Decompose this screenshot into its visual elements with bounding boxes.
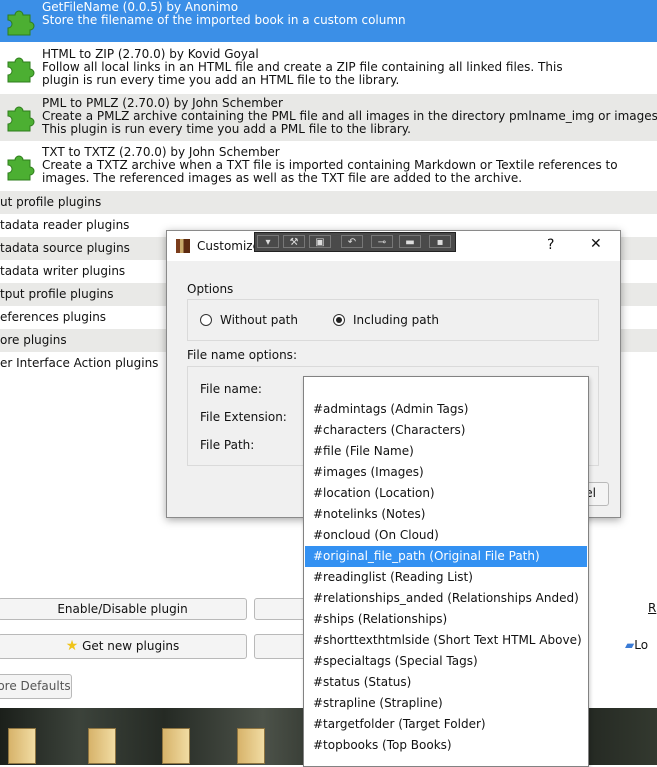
puzzle-piece-icon: [4, 101, 36, 133]
plugin-text: GetFileName (0.0.5) by Anonimo Store the…: [42, 1, 406, 27]
plugin-row-html-to-zip[interactable]: HTML to ZIP (2.70.0) by Kovid Goyal Foll…: [0, 45, 657, 94]
restore-defaults-button[interactable]: ore Defaults: [0, 674, 72, 699]
dropdown-item-selected[interactable]: #original_file_path (Original File Path): [305, 546, 587, 567]
dropdown-item[interactable]: #topbooks (Top Books): [305, 735, 587, 756]
radio-without-path-label[interactable]: Without path: [220, 313, 298, 327]
dropdown-item[interactable]: #strapline (Strapline): [305, 693, 587, 714]
dropdown-item[interactable]: #notelinks (Notes): [305, 504, 587, 525]
plugin-text: HTML to ZIP (2.70.0) by Kovid Goyal Foll…: [42, 48, 563, 87]
plugin-description-line1: Create a PMLZ archive containing the PML…: [42, 109, 657, 123]
plugin-description-line2: images. The referenced images as well as…: [42, 171, 523, 185]
tool-icon[interactable]: ▾: [257, 235, 279, 248]
plugin-description-line1: Create a TXTZ archive when a TXT file is…: [42, 158, 618, 172]
puzzle-piece-icon: [4, 52, 36, 84]
pin-icon[interactable]: ⊸: [371, 235, 393, 248]
desktop-file-icon[interactable]: [237, 728, 265, 764]
floating-toolbar: ▾ ⚒ ▣ ↶ ⊸ ▬ ▪: [254, 232, 456, 252]
plugin-text: TXT to TXTZ (2.70.0) by John Schember Cr…: [42, 146, 618, 185]
radio-including-path-label[interactable]: Including path: [353, 313, 439, 327]
star-icon: ★: [65, 638, 79, 654]
dropdown-item[interactable]: #oncloud (On Cloud): [305, 525, 587, 546]
enable-disable-label: Enable/Disable plugin: [57, 602, 188, 616]
desktop-file-icon[interactable]: [88, 728, 116, 764]
dropdown-item[interactable]: #file (File Name): [305, 441, 587, 462]
load-label: Lo: [634, 638, 649, 652]
load-plugin-button[interactable]: ▰Lo: [625, 638, 648, 652]
restore-defaults-label: ore Defaults: [0, 679, 71, 693]
folder-icon: ▰: [625, 638, 635, 652]
window-icon[interactable]: ▣: [309, 235, 331, 248]
close-icon[interactable]: ✕: [590, 236, 602, 252]
category-input-profile[interactable]: ut profile plugins: [0, 191, 657, 214]
plugin-row-getfilename[interactable]: GetFileName (0.0.5) by Anonimo Store the…: [0, 0, 657, 42]
options-label: Options: [187, 282, 234, 296]
minimize-icon[interactable]: ▬: [399, 235, 421, 248]
get-new-plugins-label: Get new plugins: [82, 639, 180, 653]
plugin-row-pml-to-pmlz[interactable]: PML to PMLZ (2.70.0) by John Schember Cr…: [0, 94, 657, 141]
radio-including-path[interactable]: [333, 314, 345, 326]
options-group: Without path Including path: [187, 299, 599, 341]
dropdown-item[interactable]: #shorttexthtmlside (Short Text HTML Abov…: [305, 630, 587, 651]
puzzle-piece-icon: [4, 150, 36, 182]
plugin-name: GetFileName (0.0.5) by Anonimo: [42, 0, 239, 14]
dropdown-item[interactable]: #location (Location): [305, 483, 587, 504]
right-button-r[interactable]: R: [648, 601, 656, 615]
dropdown-item[interactable]: #specialtags (Special Tags): [305, 651, 587, 672]
undo-icon[interactable]: ↶: [341, 235, 363, 248]
dropdown-item[interactable]: #relationships_anded (Relationships Ande…: [305, 588, 587, 609]
desktop-file-icon[interactable]: [162, 728, 190, 764]
plugin-name: TXT to TXTZ (2.70.0) by John Schember: [42, 145, 280, 159]
puzzle-piece-icon: [4, 5, 36, 37]
dropdown-item[interactable]: #admintags (Admin Tags): [305, 399, 587, 420]
plugin-description-line2: This plugin is run every time you add a …: [42, 122, 411, 136]
plugin-description: Store the filename of the imported book …: [42, 13, 406, 27]
file-name-options-label: File name options:: [187, 348, 297, 362]
dropdown-item[interactable]: #ships (Relationships): [305, 609, 587, 630]
dropdown-item[interactable]: #status (Status): [305, 672, 587, 693]
desktop-file-icon[interactable]: [8, 728, 36, 764]
dropdown-item[interactable]: #readinglist (Reading List): [305, 567, 587, 588]
enable-disable-plugin-button[interactable]: Enable/Disable plugin: [0, 598, 247, 620]
restore-icon[interactable]: ▪: [429, 235, 451, 248]
file-name-label: File name:: [200, 382, 262, 396]
help-button[interactable]: ?: [547, 237, 554, 253]
wrench-icon[interactable]: ⚒: [283, 235, 305, 248]
calibre-books-icon: [176, 239, 190, 253]
file-path-label: File Path:: [200, 438, 255, 452]
dropdown-item[interactable]: #images (Images): [305, 462, 587, 483]
plugin-text: PML to PMLZ (2.70.0) by John Schember Cr…: [42, 97, 657, 136]
plugin-name: HTML to ZIP (2.70.0) by Kovid Goyal: [42, 47, 259, 61]
plugin-row-txt-to-txtz[interactable]: TXT to TXTZ (2.70.0) by John Schember Cr…: [0, 143, 657, 190]
plugin-name: PML to PMLZ (2.70.0) by John Schember: [42, 96, 283, 110]
file-extension-label: File Extension:: [200, 410, 287, 424]
get-new-plugins-button[interactable]: ★ Get new plugins: [0, 634, 247, 659]
dropdown-item[interactable]: #characters (Characters): [305, 420, 587, 441]
dropdown-item[interactable]: #targetfolder (Target Folder): [305, 714, 587, 735]
dropdown-item[interactable]: [305, 378, 587, 399]
plugin-description-line2: plugin is run every time you add an HTML…: [42, 73, 400, 87]
column-dropdown-list[interactable]: #admintags (Admin Tags) #characters (Cha…: [303, 376, 589, 767]
plugin-description-line1: Follow all local links in an HTML file a…: [42, 60, 563, 74]
radio-without-path[interactable]: [200, 314, 212, 326]
